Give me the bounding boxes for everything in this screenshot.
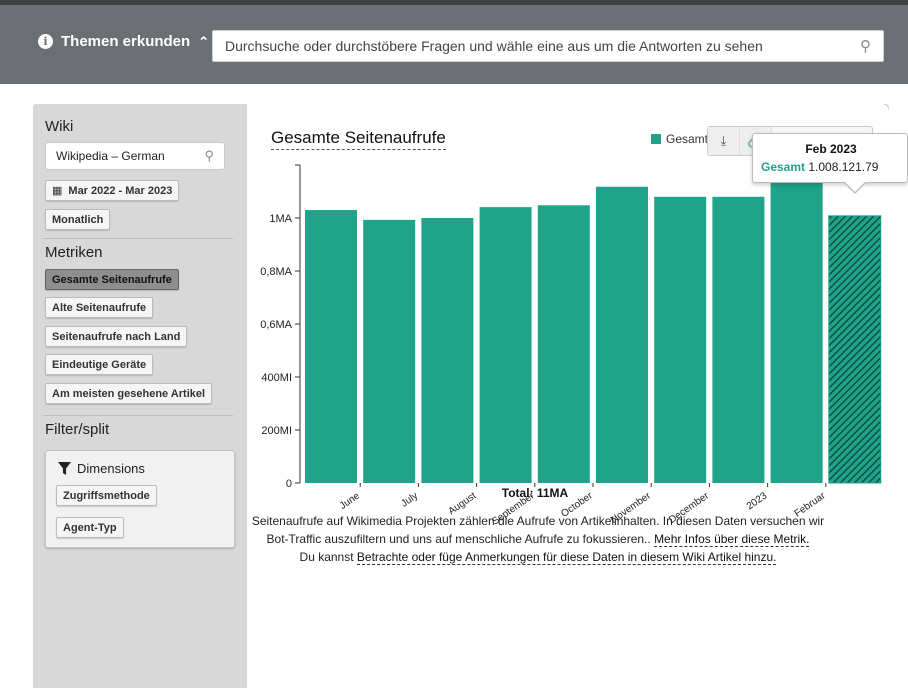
annotations-link[interactable]: Betrachte oder füge Anmerkungen für dies… bbox=[356, 550, 777, 565]
tooltip-value: 1.008.121.79 bbox=[808, 160, 879, 174]
tooltip-arrow-inner bbox=[844, 181, 866, 192]
description-text-2: Du kannst bbox=[299, 550, 354, 564]
more-info-link[interactable]: Mehr Infos über diese Metrik. bbox=[654, 532, 810, 547]
y-tick-label: 200MI bbox=[261, 425, 292, 437]
chart-bar[interactable] bbox=[421, 218, 474, 483]
chart-bar[interactable] bbox=[305, 210, 357, 484]
chart-svg: 0200MI400MI0,6MA0,8MA1MAJune July August Se… bbox=[260, 164, 882, 528]
chart-tooltip: Feb 2023 Gesamt 1.008.121.79 bbox=[752, 133, 908, 183]
metric-description: Seitenaufrufe auf Wikimedia Projekten zä… bbox=[240, 512, 836, 566]
y-tick-label: 1MA bbox=[269, 213, 292, 225]
chart-bar[interactable] bbox=[537, 205, 590, 483]
chart-bar[interactable] bbox=[363, 219, 416, 484]
chart-bar[interactable] bbox=[770, 174, 823, 483]
y-tick-label: 0,6MA bbox=[260, 319, 292, 331]
chart-bar[interactable] bbox=[712, 196, 765, 484]
chart-bar[interactable] bbox=[654, 196, 707, 484]
tooltip-date: Feb 2023 bbox=[805, 142, 857, 156]
chart-bar[interactable] bbox=[479, 207, 532, 483]
tooltip-series: Gesamt bbox=[761, 160, 806, 174]
y-tick-label: 400MI bbox=[261, 372, 292, 384]
total-label: Total: 11MA bbox=[501, 486, 569, 500]
chart-bar[interactable] bbox=[828, 215, 882, 484]
tooltip-row: Gesamt 1.008.121.79 bbox=[761, 160, 901, 174]
y-tick-label: 0,8MA bbox=[260, 266, 292, 278]
chart-bar[interactable] bbox=[596, 186, 648, 484]
